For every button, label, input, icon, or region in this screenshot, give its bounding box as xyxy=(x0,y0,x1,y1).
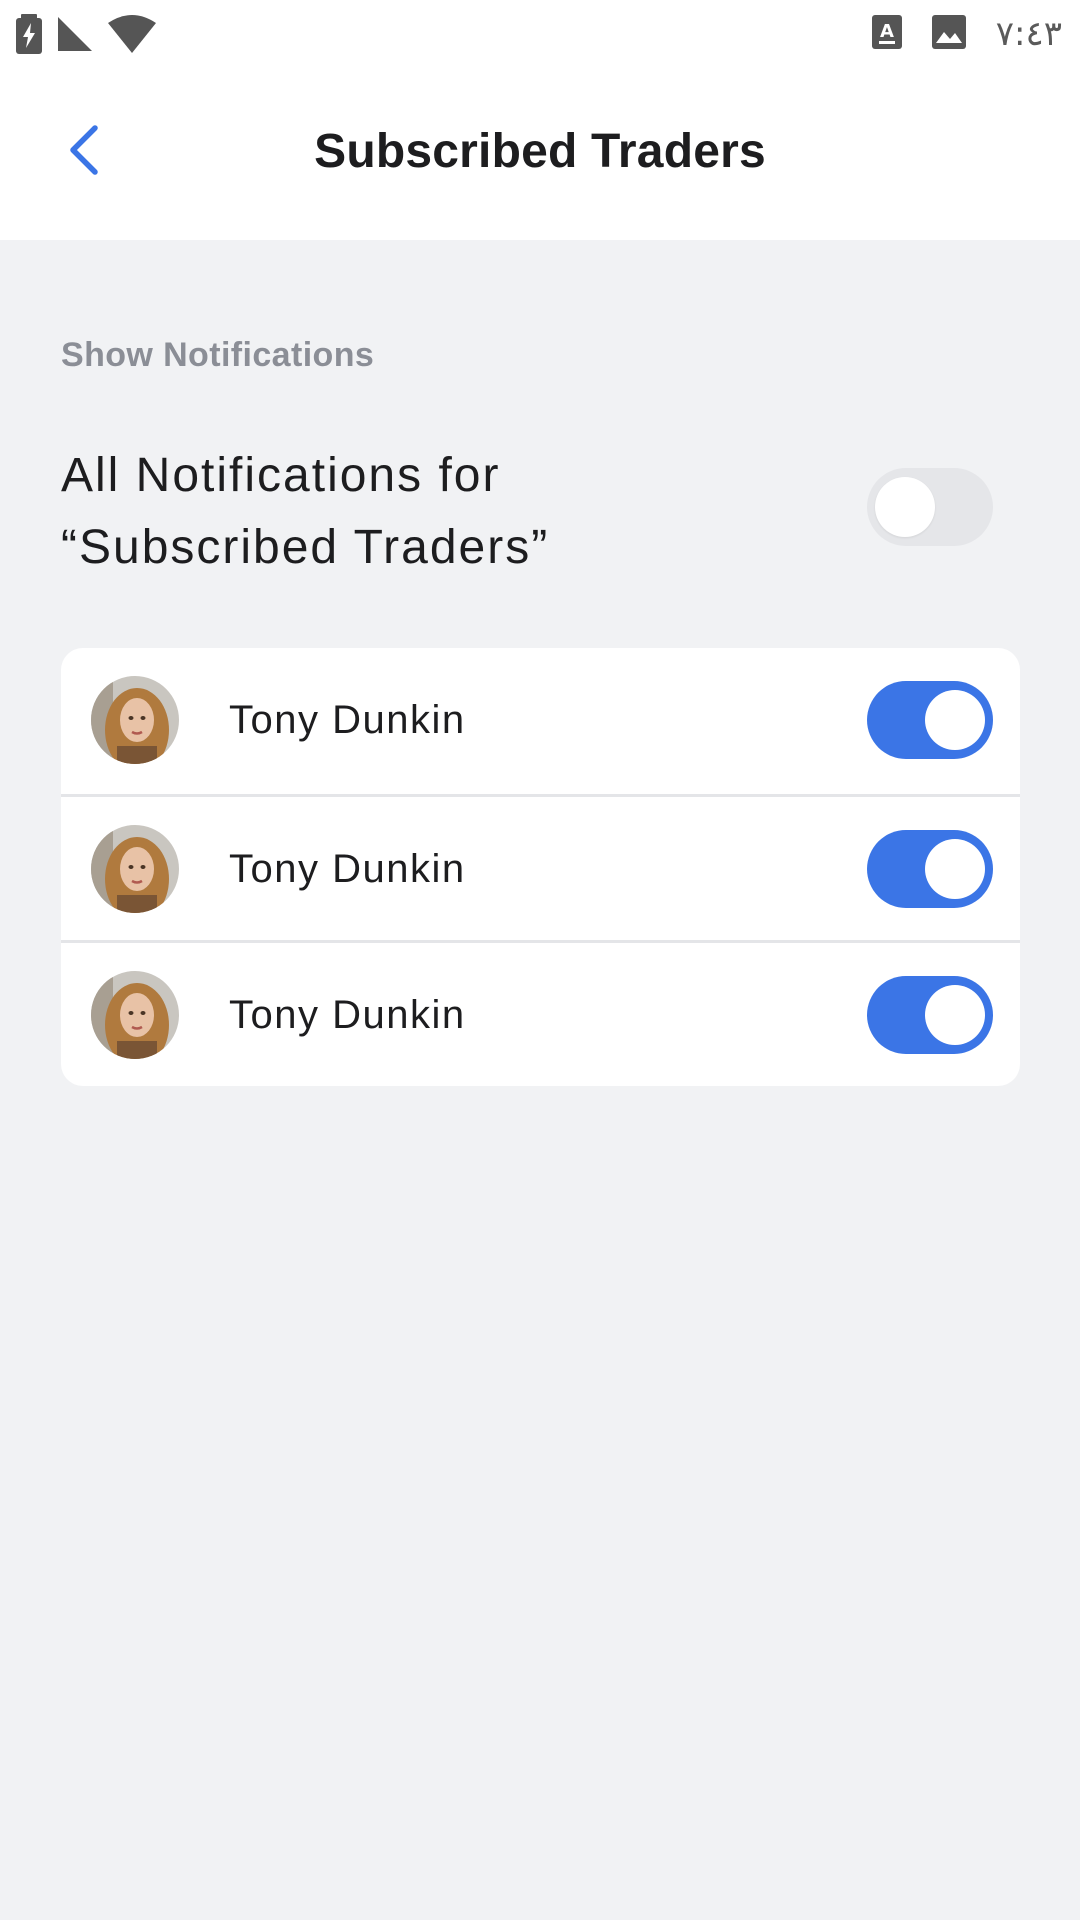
toggle-knob xyxy=(925,690,985,750)
top-app-bar: Subscribed Traders xyxy=(0,72,1080,240)
keyboard-a-icon: A xyxy=(871,14,902,54)
toggle-knob xyxy=(925,839,985,899)
image-icon xyxy=(931,14,966,54)
trader-notification-toggle[interactable] xyxy=(867,681,993,759)
toggle-knob xyxy=(875,477,935,537)
status-left xyxy=(16,14,156,59)
cell-signal-icon xyxy=(56,15,94,58)
page-title: Subscribed Traders xyxy=(314,125,766,178)
all-notifications-toggle[interactable] xyxy=(867,468,993,546)
all-notifications-label: All Notifications for “Subscribed Trader… xyxy=(61,440,681,584)
battery-charging-icon xyxy=(16,14,42,59)
status-bar: A ٧:٤٣ xyxy=(0,0,1080,72)
avatar xyxy=(91,676,179,764)
trader-notification-toggle[interactable] xyxy=(867,976,993,1054)
toggle-knob xyxy=(925,985,985,1045)
wifi-icon xyxy=(108,15,156,58)
trader-notification-toggle[interactable] xyxy=(867,830,993,908)
trader-row[interactable]: Tony Dunkin xyxy=(61,648,1020,794)
all-notifications-line-1: All Notifications for xyxy=(61,449,501,502)
traders-list: Tony Dunkin Tony Dunkin Tony Dunkin xyxy=(61,648,1020,1086)
avatar xyxy=(91,971,179,1059)
trader-name: Tony Dunkin xyxy=(229,847,466,891)
section-label: Show Notifications xyxy=(61,336,375,374)
trader-row[interactable]: Tony Dunkin xyxy=(61,940,1020,1086)
status-right: A ٧:٤٣ xyxy=(871,14,1062,54)
avatar xyxy=(91,825,179,913)
status-time: ٧:٤٣ xyxy=(995,14,1062,54)
trader-name: Tony Dunkin xyxy=(229,698,466,742)
trader-row[interactable]: Tony Dunkin xyxy=(61,794,1020,940)
svg-text:A: A xyxy=(880,21,894,42)
trader-name: Tony Dunkin xyxy=(229,993,466,1037)
all-notifications-line-2: “Subscribed Traders” xyxy=(61,521,550,574)
